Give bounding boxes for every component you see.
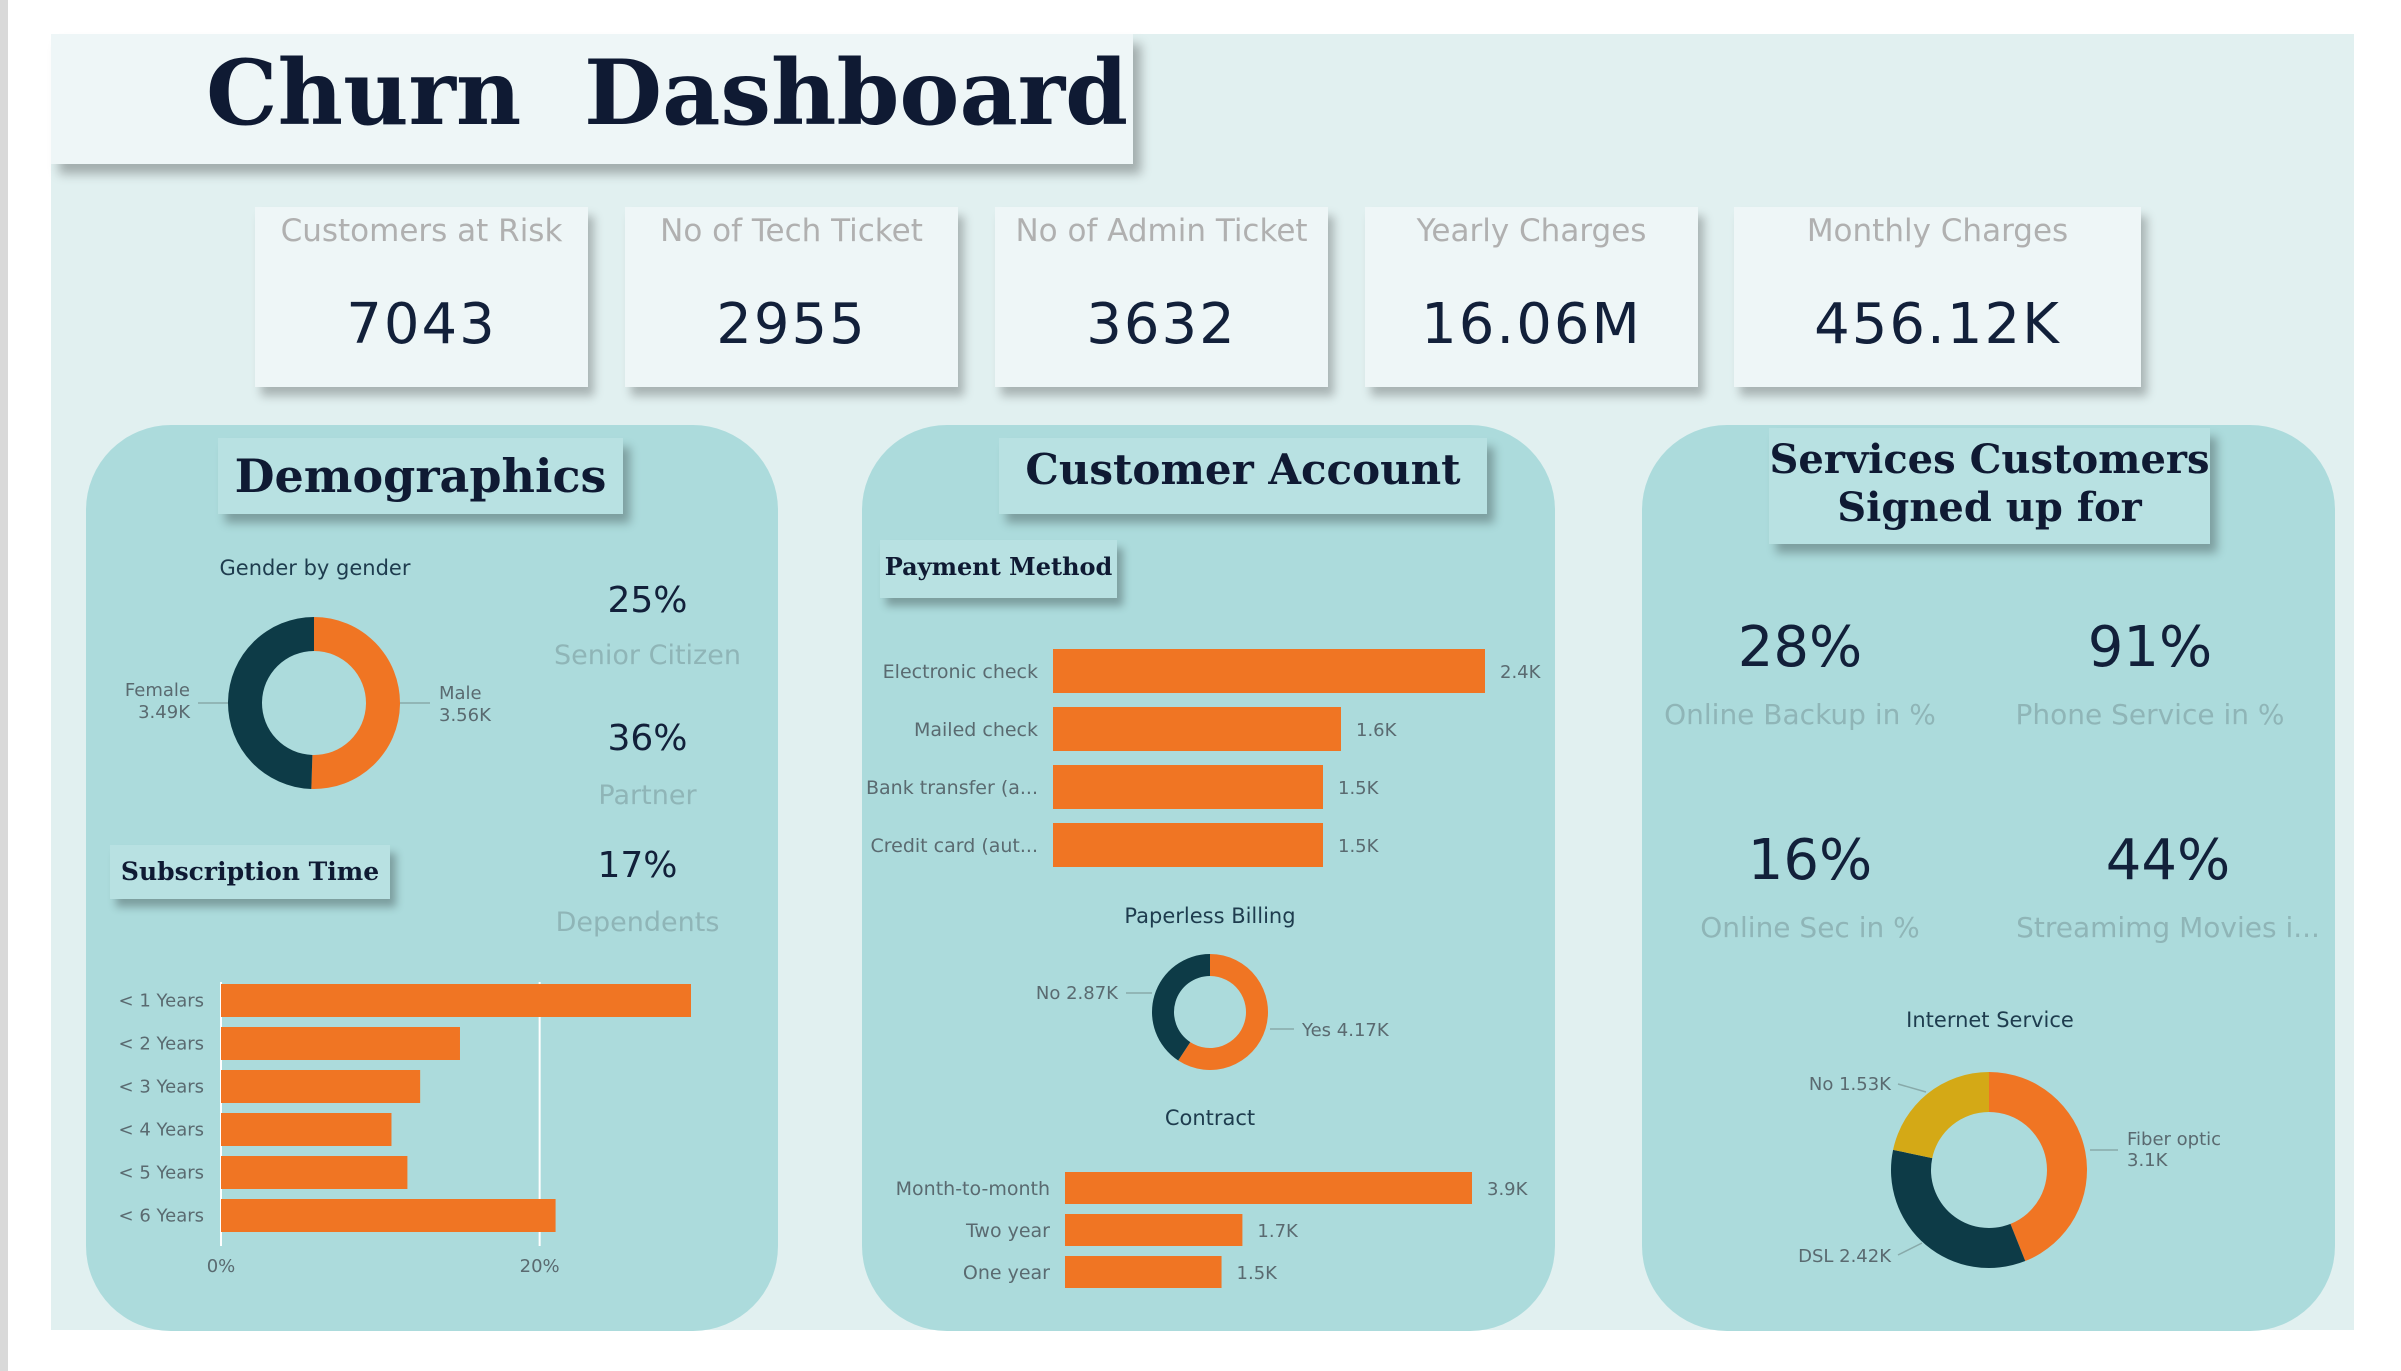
kpi-card-yearly-charges[interactable]: Yearly Charges 16.06M xyxy=(1365,207,1698,387)
streaming-movies-value: 44% xyxy=(2105,828,2231,893)
kpi-card-monthly-charges[interactable]: Monthly Charges 456.12K xyxy=(1734,207,2141,387)
phone-service-value: 91% xyxy=(2087,615,2213,680)
category-label: Mailed check xyxy=(914,719,1038,741)
yes-label: Yes 4.17K xyxy=(1301,1020,1390,1041)
bar-6-years xyxy=(221,1199,556,1232)
fiber-optic-label: Fiber optic xyxy=(2127,1129,2221,1150)
kpi-value: 2955 xyxy=(716,292,867,357)
services-title-line-1: Services Customers xyxy=(1769,436,2210,483)
data-label: 3.9K xyxy=(1487,1179,1529,1200)
dependents-label: Dependents xyxy=(555,907,720,938)
category-label: One year xyxy=(963,1262,1050,1284)
dashboard-title: Churn Dashboard xyxy=(206,40,1129,146)
demographics-title: Demographics xyxy=(218,438,623,514)
category-label: < 3 Years xyxy=(119,1077,204,1098)
partner-value: 36% xyxy=(607,718,688,759)
senior-citizen-value: 25% xyxy=(607,580,688,621)
bar-credit-card-aut xyxy=(1053,823,1323,867)
online-sec-label: Online Sec in % xyxy=(1700,911,1920,944)
kpi-label: Customers at Risk xyxy=(280,213,563,249)
category-label: Month-to-month xyxy=(896,1178,1050,1200)
data-label: 1.5K xyxy=(1237,1263,1279,1284)
kpi-label: Yearly Charges xyxy=(1416,213,1647,249)
data-label: 1.6K xyxy=(1356,720,1398,741)
category-label: Two year xyxy=(965,1220,1050,1242)
data-label: 1.5K xyxy=(1338,778,1380,799)
kpi-label: No of Admin Ticket xyxy=(1015,213,1308,249)
senior-citizen-label: Senior Citizen xyxy=(554,640,741,671)
bar-3-years xyxy=(221,1070,421,1103)
bar-electronic-check xyxy=(1053,649,1485,693)
kpi-value: 3632 xyxy=(1086,292,1237,357)
customer-account-title: Customer Account xyxy=(999,438,1487,514)
gender-chart-title: Gender by gender xyxy=(219,556,411,580)
online-sec-value: 16% xyxy=(1747,828,1873,893)
kpi-card-tech-tickets[interactable]: No of Tech Ticket 2955 xyxy=(625,207,958,387)
kpi-label: Monthly Charges xyxy=(1806,213,2069,249)
fiber-optic-value-label: 3.1K xyxy=(2127,1150,2169,1171)
category-label: < 4 Years xyxy=(119,1120,204,1141)
category-label: < 5 Years xyxy=(119,1163,204,1184)
partner-label: Partner xyxy=(598,780,697,811)
streaming-movies-label: Streamimg Movies i... xyxy=(2016,911,2320,944)
kpi-value: 456.12K xyxy=(1814,292,2061,357)
subscription-time-title: Subscription Time xyxy=(110,845,390,899)
internet-service-chart-title: Internet Service xyxy=(1906,1008,2074,1032)
internet-service-donut-chart: Fiber optic3.1K DSL 2.42K No 1.53K xyxy=(1798,1072,2221,1268)
kpi-value: 16.06M xyxy=(1421,292,1642,357)
no-internet-label: No 1.53K xyxy=(1809,1074,1892,1095)
bar-5-years xyxy=(221,1156,408,1189)
online-backup-value: 28% xyxy=(1737,615,1863,680)
phone-service-label: Phone Service in % xyxy=(2015,698,2285,731)
kpi-card-admin-tickets[interactable]: No of Admin Ticket 3632 xyxy=(995,207,1328,387)
bar-4-years xyxy=(221,1113,392,1146)
bar-1-years xyxy=(221,984,691,1017)
x-tick-label: 0% xyxy=(207,1256,236,1277)
window-edge xyxy=(0,0,8,1371)
category-label: Credit card (aut... xyxy=(870,835,1038,857)
dependents-value: 17% xyxy=(597,845,678,886)
data-label: 1.5K xyxy=(1338,836,1380,857)
dashboard-title-box: Churn Dashboard xyxy=(51,34,1133,164)
bar-2-years xyxy=(221,1027,460,1060)
payment-method-title: Payment Method xyxy=(880,540,1117,598)
services-title-line-2: Signed up for xyxy=(1837,484,2142,531)
bar-month-to-month xyxy=(1065,1172,1472,1204)
bar-two-year xyxy=(1065,1214,1243,1246)
category-label: < 6 Years xyxy=(119,1206,204,1227)
category-label: Electronic check xyxy=(883,661,1038,683)
category-label: < 2 Years xyxy=(119,1034,204,1055)
bar-bank-transfer-a xyxy=(1053,765,1323,809)
data-label: 1.7K xyxy=(1257,1221,1299,1242)
category-label: Bank transfer (a... xyxy=(866,777,1038,799)
paperless-chart-title: Paperless Billing xyxy=(1124,904,1296,928)
data-label: 2.4K xyxy=(1500,662,1542,683)
male-label: Male xyxy=(439,683,482,704)
x-tick-label: 20% xyxy=(520,1256,560,1277)
bar-one-year xyxy=(1065,1256,1222,1288)
kpi-card-customers-at-risk[interactable]: Customers at Risk 7043 xyxy=(255,207,588,387)
dsl-label: DSL 2.42K xyxy=(1798,1246,1892,1267)
contract-chart-title: Contract xyxy=(1164,1106,1256,1130)
online-backup-label: Online Backup in % xyxy=(1664,698,1936,731)
no-label: No 2.87K xyxy=(1036,983,1119,1004)
bar-mailed-check xyxy=(1053,707,1341,751)
services-title: Services Customers Signed up for xyxy=(1769,428,2210,544)
kpi-value: 7043 xyxy=(346,292,497,357)
female-value-label: 3.49K xyxy=(138,702,191,723)
female-label: Female xyxy=(125,680,190,701)
category-label: < 1 Years xyxy=(119,991,204,1012)
kpi-label: No of Tech Ticket xyxy=(660,213,923,249)
male-value-label: 3.56K xyxy=(439,705,492,726)
